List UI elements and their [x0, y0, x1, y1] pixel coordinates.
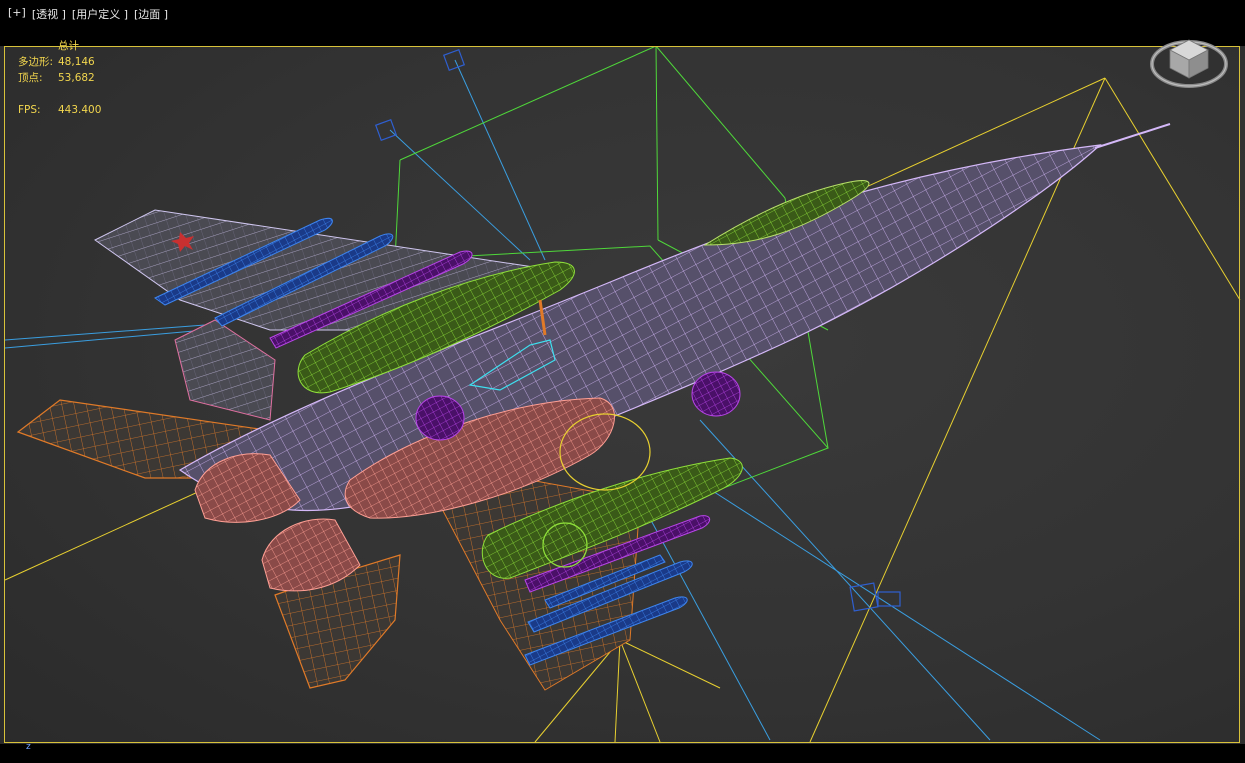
tail-fin	[174, 319, 276, 421]
vertices-value: 53,682	[58, 72, 95, 84]
stats-header: 总计	[58, 40, 79, 52]
fps-label: FPS:	[18, 104, 41, 116]
pitot-probe	[1094, 123, 1171, 149]
viewport-perspective[interactable]: [+] [透视 ] [用户定义 ] [边面 ] 总计 多边形: 48,146 顶…	[0, 0, 1245, 763]
viewport-edges-menu[interactable]: [边面 ]	[134, 6, 168, 22]
viewport-header: [+] [透视 ] [用户定义 ] [边面 ]	[0, 0, 1245, 46]
viewport-point-of-view-menu[interactable]: [透视 ]	[32, 6, 66, 22]
viewport-label-menu: [+] [透视 ] [用户定义 ] [边面 ]	[8, 6, 168, 22]
viewport-plus-menu[interactable]: [+]	[8, 6, 26, 22]
statistics-overlay: 总计 多边形: 48,146 顶点: 53,682 FPS: 443.400	[18, 38, 101, 118]
polygons-label: 多边形:	[18, 56, 54, 68]
viewport-footer	[0, 744, 1245, 763]
polygons-value: 48,146	[58, 56, 95, 68]
axis-tripod-label: z	[26, 742, 31, 752]
wireframe-scene[interactable]	[0, 0, 1245, 763]
fps-value: 443.400	[58, 104, 102, 116]
viewcube-icon[interactable]	[1148, 30, 1230, 92]
vertices-label: 顶点:	[18, 72, 43, 84]
viewport-shading-menu[interactable]: [用户定义 ]	[72, 6, 128, 22]
